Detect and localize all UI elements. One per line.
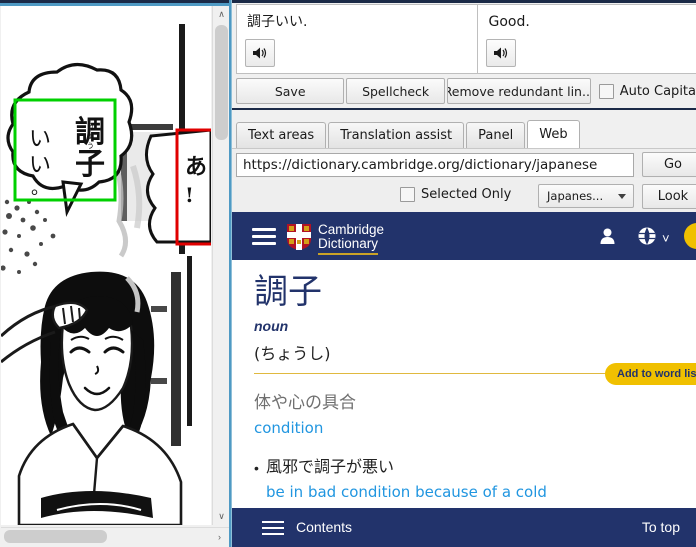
example-english[interactable]: be in bad condition because of a cold xyxy=(266,483,547,501)
svg-text:ち: ち xyxy=(87,122,94,130)
entry-part-of-speech: noun xyxy=(254,318,289,334)
globe-icon[interactable] xyxy=(638,227,656,245)
entry-gloss-japanese: 体や心の具合 xyxy=(254,393,356,413)
add-to-word-list-button[interactable]: Add to word list xyxy=(605,363,696,385)
svg-text:ょ: ょ xyxy=(87,132,94,140)
vertical-scrollbar-thumb[interactable] xyxy=(215,25,228,140)
svg-text:い: い xyxy=(29,127,51,152)
manga-image-viewport[interactable]: 調 子 ち ょ う し い い 。 あ ! xyxy=(1,6,211,525)
auto-capitalize-label: Auto Capita xyxy=(619,83,696,99)
action-button-bar: Save Spellcheck Remove redundant lin... … xyxy=(236,78,696,104)
lookup-button[interactable]: Look xyxy=(642,184,696,209)
app-window: 調 子 ち ょ う し い い 。 あ ! ∧ ∨ › 調子いい. Good. … xyxy=(0,0,696,547)
source-speak-button[interactable] xyxy=(245,39,275,67)
tab-text-areas[interactable]: Text areas xyxy=(236,122,327,148)
source-text-value[interactable]: 調子いい. xyxy=(247,13,471,31)
scroll-down-icon[interactable]: ∨ xyxy=(213,508,230,525)
svg-text:う: う xyxy=(87,142,94,150)
url-bar-row: https://dictionary.cambridge.org/diction… xyxy=(232,148,696,178)
tab-translation-assist[interactable]: Translation assist xyxy=(328,122,465,148)
language-select-value: Japanes... xyxy=(547,189,604,203)
url-input[interactable]: https://dictionary.cambridge.org/diction… xyxy=(236,153,634,177)
selected-only-label: Selected Only xyxy=(421,187,512,202)
wordmark-line1: Cambridge xyxy=(318,222,385,237)
entry-headword: 調子 xyxy=(254,272,322,312)
chevron-down-icon xyxy=(618,194,626,199)
tool-panel: 調子いい. Good. Save Spellcheck Remove redun… xyxy=(232,0,696,547)
auto-capitalize-checkbox-wrap[interactable]: Auto Capita xyxy=(598,83,696,99)
image-horizontal-scrollbar[interactable]: › xyxy=(1,527,229,544)
entry-gloss-english[interactable]: condition xyxy=(254,419,323,437)
tab-web[interactable]: Web xyxy=(527,120,580,148)
auto-capitalize-checkbox[interactable] xyxy=(598,83,614,99)
embedded-browser-view[interactable]: Cambridge Dictionary ˅ 調子 noun (ちょうし) Ad… xyxy=(232,212,696,547)
user-icon[interactable] xyxy=(600,228,615,244)
speaker-icon xyxy=(253,47,267,59)
horizontal-scrollbar-thumb[interactable] xyxy=(4,530,107,543)
remove-redundant-linebreaks-button[interactable]: Remove redundant lin... xyxy=(446,78,591,104)
to-top-button[interactable]: To top xyxy=(642,519,680,535)
lookup-bar-row: Selected Only Japanes... Look xyxy=(232,180,696,212)
site-bottom-bar: Contents To top xyxy=(232,508,696,547)
language-select[interactable]: Japanes... xyxy=(538,184,634,208)
dictionary-entry: 調子 noun (ちょうし) Add to word list 体や心の具合 c… xyxy=(232,260,696,515)
search-icon[interactable] xyxy=(684,223,696,249)
svg-text:!: ! xyxy=(185,183,194,207)
spellcheck-button[interactable]: Spellcheck xyxy=(346,78,445,104)
svg-text:い: い xyxy=(29,153,51,178)
image-vertical-scrollbar[interactable]: ∧ ∨ xyxy=(212,6,230,525)
manga-page-image: 調 子 ち ょ う し い い 。 あ ! xyxy=(1,6,211,525)
go-button[interactable]: Go xyxy=(642,152,696,177)
example-bullet: • xyxy=(254,460,259,476)
target-text-cell[interactable]: Good. xyxy=(478,5,696,73)
entry-reading: (ちょうし) xyxy=(254,344,331,363)
text-areas-group: 調子いい. Good. xyxy=(236,4,696,74)
tab-panel[interactable]: Panel xyxy=(466,122,526,148)
hamburger-icon[interactable] xyxy=(252,228,276,245)
svg-text:あ: あ xyxy=(185,154,207,180)
selected-only-checkbox[interactable] xyxy=(400,187,415,202)
svg-text:し: し xyxy=(87,158,94,166)
selected-only-checkbox-wrap[interactable]: Selected Only xyxy=(400,187,511,202)
svg-text:。: 。 xyxy=(31,178,49,199)
hamburger-icon[interactable] xyxy=(262,521,284,535)
scroll-up-icon[interactable]: ∧ xyxy=(213,6,230,23)
speaker-icon xyxy=(494,47,508,59)
panel-separator xyxy=(232,108,696,110)
target-speak-button[interactable] xyxy=(486,39,517,67)
save-button[interactable]: Save xyxy=(236,78,345,104)
wordmark-line2: Dictionary xyxy=(318,237,379,255)
contents-button[interactable]: Contents xyxy=(296,519,352,535)
cambridge-crest-icon xyxy=(287,224,311,250)
target-text-value[interactable]: Good. xyxy=(488,13,690,31)
panel-tabstrip: Text areas Translation assist Panel Web xyxy=(236,120,696,148)
cambridge-site-header: Cambridge Dictionary ˅ xyxy=(232,212,696,260)
scroll-right-icon[interactable]: › xyxy=(211,528,228,545)
source-text-cell[interactable]: 調子いい. xyxy=(237,5,479,73)
example-japanese: 風邪で調子が悪い xyxy=(266,457,395,476)
site-wordmark: Cambridge Dictionary xyxy=(318,223,384,255)
panel-top-border xyxy=(232,0,696,3)
chevron-down-icon[interactable]: ˅ xyxy=(662,231,670,246)
manga-page-viewer[interactable]: 調 子 ち ょ う し い い 。 あ ! ∧ ∨ › xyxy=(0,0,232,547)
